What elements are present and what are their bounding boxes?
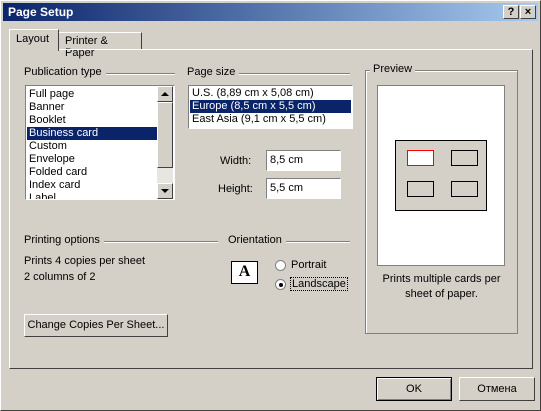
radio-dot-icon	[279, 283, 283, 287]
preview-page	[395, 140, 487, 211]
list-item[interactable]: Custom	[27, 140, 159, 153]
copies-per-sheet-text: Prints 4 copies per sheet	[24, 255, 146, 267]
ok-button[interactable]: OK	[376, 377, 452, 401]
preview-label: Preview	[370, 63, 416, 75]
list-item-selected[interactable]: Business card	[27, 127, 159, 140]
landscape-radio[interactable]	[275, 279, 286, 290]
list-item[interactable]: Label	[27, 192, 159, 199]
tab-layout[interactable]: Layout	[9, 29, 59, 51]
portrait-label[interactable]: Portrait	[291, 259, 326, 271]
tab-layout-label: Layout	[16, 33, 50, 45]
preview-card	[451, 181, 478, 197]
columns-text: 2 columns of 2	[24, 271, 96, 283]
width-input[interactable]: 8,5 cm	[266, 150, 341, 171]
scroll-up-button[interactable]	[157, 86, 173, 102]
height-input[interactable]: 5,5 cm	[266, 178, 341, 199]
preview-card-selected	[407, 150, 434, 166]
page-size-list[interactable]: U.S. (8,89 cm x 5,08 cm) Europe (8,5 cm …	[188, 85, 353, 129]
close-button[interactable]: ×	[520, 5, 536, 19]
publication-type-label: Publication type	[24, 66, 106, 78]
scroll-thumb[interactable]	[157, 102, 173, 168]
scroll-down-button[interactable]	[157, 183, 173, 199]
list-item[interactable]: U.S. (8,89 cm x 5,08 cm)	[190, 87, 351, 100]
help-button[interactable]: ?	[503, 5, 519, 19]
arrow-up-icon	[161, 92, 169, 96]
list-item-selected[interactable]: Europe (8,5 cm x 5,5 cm)	[190, 100, 351, 113]
list-item[interactable]: East Asia (9,1 cm x 5,5 cm)	[190, 113, 351, 126]
list-item[interactable]: Envelope	[27, 153, 159, 166]
list-item[interactable]: Banner	[27, 101, 159, 114]
cancel-button[interactable]: Отмена	[459, 377, 535, 401]
preview-sheet	[377, 85, 505, 266]
title-bar[interactable]: Page Setup ? ×	[3, 3, 538, 21]
landscape-label[interactable]: Landscape	[290, 277, 348, 291]
publication-type-list[interactable]: Full page Banner Booklet Business card C…	[25, 85, 175, 200]
preview-caption-line1: Prints multiple cards per	[382, 273, 501, 285]
orientation-label: Orientation	[228, 234, 286, 246]
page-setup-dialog: Page Setup ? × Layout Printer & Paper Pu…	[0, 0, 541, 411]
arrow-down-icon	[161, 189, 169, 193]
width-label: Width:	[220, 155, 252, 167]
printing-options-label: Printing options	[24, 234, 104, 246]
list-item[interactable]: Full page	[27, 88, 159, 101]
list-scrollbar[interactable]	[157, 86, 173, 199]
preview-card	[451, 150, 478, 166]
list-item[interactable]: Booklet	[27, 114, 159, 127]
page-size-label: Page size	[187, 66, 240, 78]
height-label: Height:	[218, 183, 253, 195]
list-item[interactable]: Index card	[27, 179, 159, 192]
list-item[interactable]: Folded card	[27, 166, 159, 179]
preview-card	[407, 181, 434, 197]
tab-printer-paper[interactable]: Printer & Paper	[58, 32, 142, 59]
change-copies-button[interactable]: Change Copies Per Sheet...	[24, 314, 168, 337]
portrait-radio[interactable]	[275, 260, 286, 271]
orientation-preview-icon: A	[231, 261, 258, 284]
preview-caption-line2: sheet of paper.	[405, 288, 478, 300]
window-title: Page Setup	[8, 5, 74, 19]
